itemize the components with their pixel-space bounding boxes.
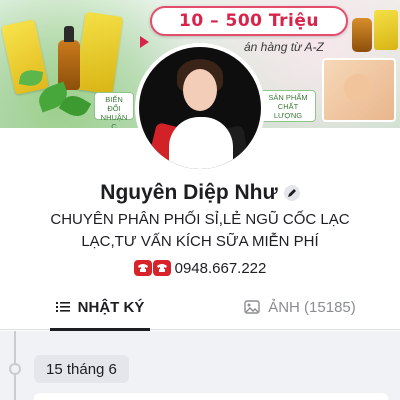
- bio-line: CHUYÊN PHÂN PHỐI SỈ,LẺ NGŨ CỐC LẠC: [50, 211, 350, 228]
- tab-diary[interactable]: NHẬT KÝ: [50, 284, 150, 331]
- phone-icon: [152, 260, 171, 276]
- promo-title: 10 – 500 Triệu: [179, 11, 319, 31]
- timeline: 15 tháng 6: [0, 331, 400, 400]
- avatar-shirt: [169, 117, 233, 169]
- profile-tabs: NHẬT KÝ ẢNH (15185): [0, 284, 400, 331]
- phone-row: 0948.667.222: [0, 257, 400, 279]
- profile-bio: CHUYÊN PHÂN PHỐI SỈ,LẺ NGŨ CỐC LẠC LẠC,T…: [0, 209, 400, 253]
- promo-banner: 10 – 500 Triệu: [150, 6, 348, 36]
- edit-icon[interactable]: [283, 185, 300, 201]
- avatar-photo: [139, 47, 261, 169]
- bio-line: LẠC,TƯ VẤN KÍCH SỮA MIỄN PHÍ: [81, 233, 319, 250]
- phone-icons: [133, 260, 171, 276]
- avatar[interactable]: [135, 43, 265, 173]
- photo-icon: [244, 300, 260, 314]
- phone-number[interactable]: 0948.667.222: [175, 260, 267, 277]
- profile-name: Nguyên Diệp Như: [100, 181, 278, 204]
- cover-tag-left: BIẾN ĐỔI NHUẬN C: [94, 92, 134, 128]
- phone-icon: [133, 260, 152, 276]
- cover-tag-right: SẢN PHẨM CHẤT LƯỢNG: [260, 90, 316, 122]
- timeline-dot: [9, 363, 21, 375]
- date-chip: 15 tháng 6: [34, 355, 129, 383]
- post-card[interactable]: [34, 393, 388, 400]
- list-icon: [55, 302, 70, 312]
- baby-image: [344, 74, 372, 102]
- promo-subtitle: án hàng từ A-Z: [244, 40, 324, 54]
- profile-name-row: Nguyên Diệp Như: [0, 178, 400, 208]
- product-box-image: [374, 10, 398, 50]
- baby-photo-image: [322, 58, 396, 122]
- product-bottle-image: [352, 18, 372, 52]
- avatar-face: [183, 69, 217, 111]
- tab-photos-label: ẢNH (15185): [268, 298, 356, 316]
- tab-photos[interactable]: ẢNH (15185): [240, 284, 360, 330]
- play-icon: [140, 36, 149, 48]
- tab-diary-label: NHẬT KÝ: [77, 298, 145, 316]
- date-label: 15 tháng 6: [46, 360, 117, 378]
